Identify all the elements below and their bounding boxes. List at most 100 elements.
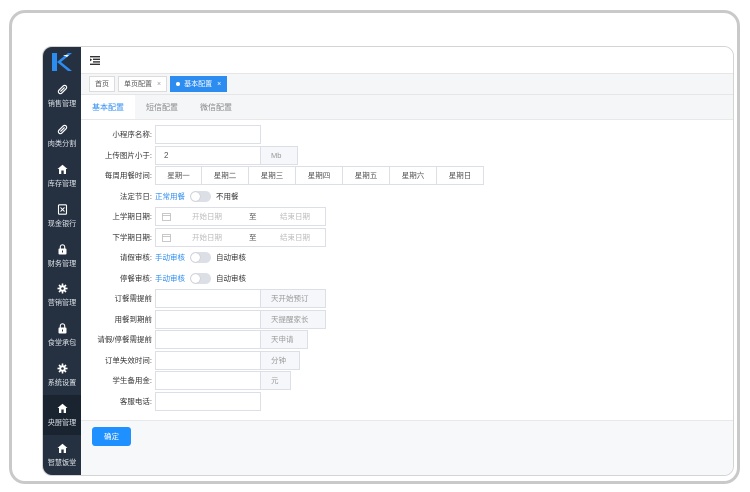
confirm-button[interactable]: 确定	[92, 427, 131, 446]
sidebar-item-2[interactable]: 肉类分割	[43, 117, 81, 157]
day-tuesday-button[interactable]: 星期二	[202, 165, 249, 185]
day-thursday-button[interactable]: 星期四	[296, 165, 343, 185]
pill-icon	[57, 124, 68, 135]
toggle-knob	[191, 191, 200, 201]
close-icon[interactable]: ×	[217, 81, 221, 88]
meal-remind-input[interactable]	[155, 309, 261, 329]
leave-review-toggle[interactable]	[190, 251, 211, 263]
holiday-off-text: 不用餐	[216, 191, 239, 201]
active-dot-icon	[176, 82, 181, 86]
student-reserve-input[interactable]	[155, 370, 261, 390]
day-sunday-button[interactable]: 星期日	[437, 165, 484, 185]
row-leave-ahead: 请假/停餐需提前 天申请	[81, 329, 308, 349]
leave-review-on-text: 手动审核	[155, 252, 185, 262]
close-icon[interactable]: ×	[157, 81, 161, 88]
calculator-icon	[57, 204, 68, 215]
tab-basic-config[interactable]: 基本配置 ×	[170, 76, 228, 92]
gear-icon	[57, 363, 68, 374]
subtab-sms-config[interactable]: 短信配置	[135, 95, 189, 119]
sidebar-item-label: 销售管理	[47, 99, 77, 109]
home-icon	[57, 164, 68, 175]
row-first-term: 上学期日期: 开始日期 至 结束日期	[81, 206, 326, 226]
tab-label: 单页配置	[124, 81, 152, 88]
stop-review-label: 停餐审核:	[119, 273, 152, 283]
student-reserve-suffix: 元	[261, 370, 291, 390]
sidebar-item-label: 智慧饭堂	[47, 457, 77, 467]
sidebar-item-label: 现金银行	[47, 219, 77, 228]
main-area: 首页 单页配置 × 基本配置 × 基本配置 短信配置 微信配置 小程序名称: 上传图…	[81, 47, 733, 475]
second-term-end: 结束日期	[280, 232, 310, 242]
meal-remind-suffix: 天提醒家长	[261, 309, 326, 329]
stop-review-toggle[interactable]	[190, 272, 211, 284]
upload-unit: Mb	[261, 145, 298, 165]
sidebar-item-label: 食堂承包	[47, 338, 77, 347]
row-student-reserve: 学生备用金: 元	[81, 370, 291, 390]
order-ahead-input[interactable]	[155, 288, 261, 308]
stop-review-off-text: 自动审核	[216, 273, 246, 283]
sidebar-item-8[interactable]: 系统设置	[43, 356, 81, 396]
logo	[43, 47, 81, 77]
sidebar-item-1[interactable]: 销售管理	[43, 77, 81, 117]
calendar-icon	[162, 233, 171, 242]
form-footer: 确定	[81, 420, 733, 475]
sidebar-item-label: 营销管理	[47, 298, 77, 308]
second-term-separator: 至	[249, 232, 257, 242]
upload-limit-input[interactable]: 2	[155, 145, 261, 165]
sidebar-item-10[interactable]: 智慧饭堂	[43, 435, 81, 475]
config-form: 小程序名称: 上传图片小于: 2 Mb 每周用餐时间: 星期一 星期二 星期三 …	[81, 120, 733, 423]
row-holiday: 法定节日: 正常用餐 不用餐	[81, 186, 239, 206]
first-term-daterange[interactable]: 开始日期 至 结束日期	[155, 206, 326, 226]
program-name-label: 小程序名称:	[112, 129, 152, 139]
config-subtabs: 基本配置 短信配置 微信配置	[81, 95, 733, 120]
row-leave-review: 请假审核: 手动审核 自动审核	[81, 247, 246, 267]
home-icon	[57, 403, 68, 414]
second-term-start: 开始日期	[192, 232, 222, 242]
leave-review-off-text: 自动审核	[216, 252, 246, 262]
subtab-basic-config[interactable]: 基本配置	[81, 95, 135, 119]
menu-toggle-icon[interactable]	[90, 55, 100, 65]
first-term-end: 结束日期	[280, 211, 310, 221]
row-second-term: 下学期日期: 开始日期 至 结束日期	[81, 227, 326, 247]
sidebar-item-4[interactable]: 现金银行	[43, 196, 81, 236]
order-expire-label: 订单失效时间:	[104, 355, 152, 365]
leave-review-label: 请假审核:	[119, 252, 152, 262]
sidebar-item-9[interactable]: 央厨管理	[43, 395, 81, 436]
first-term-label: 上学期日期:	[112, 211, 152, 221]
row-order-ahead: 订餐需提前 天开始预订	[81, 288, 326, 308]
logo-icon	[52, 53, 72, 71]
page-tabs-bar: 首页 单页配置 × 基本配置 ×	[81, 74, 733, 95]
day-wednesday-button[interactable]: 星期三	[249, 165, 296, 185]
sidebar-item-label: 肉类分割	[47, 139, 77, 148]
holiday-on-text: 正常用餐	[155, 191, 185, 201]
day-saturday-button[interactable]: 星期六	[390, 165, 437, 185]
holiday-toggle[interactable]	[190, 190, 211, 202]
order-ahead-suffix: 天开始预订	[261, 288, 326, 308]
pill-icon	[57, 84, 68, 95]
order-expire-input[interactable]	[155, 350, 261, 370]
sidebar-item-5[interactable]: 财务管理	[43, 236, 81, 276]
device-frame: 销售管理肉类分割库存管理现金银行财务管理营销管理食堂承包系统设置 央厨管理智慧饭堂…	[9, 10, 740, 484]
second-term-label: 下学期日期:	[112, 232, 152, 242]
leave-ahead-input[interactable]	[155, 329, 261, 349]
gear-icon	[57, 283, 68, 294]
sidebar-item-6[interactable]: 营销管理	[43, 276, 81, 316]
program-name-input[interactable]	[155, 124, 261, 144]
sidebar-item-3[interactable]: 库存管理	[43, 157, 81, 197]
second-term-daterange[interactable]: 开始日期 至 结束日期	[155, 227, 326, 247]
subtab-wechat-config[interactable]: 微信配置	[189, 95, 243, 119]
tab-single-page-config[interactable]: 单页配置 ×	[118, 76, 168, 92]
day-friday-button[interactable]: 星期五	[343, 165, 390, 185]
tab-home[interactable]: 首页	[89, 76, 115, 92]
tab-label: 基本配置	[184, 81, 213, 88]
holiday-label: 法定节日:	[119, 191, 152, 201]
first-term-start: 开始日期	[192, 211, 222, 221]
row-program-name: 小程序名称:	[81, 124, 261, 144]
row-service-phone: 客服电话:	[81, 391, 261, 411]
day-monday-button[interactable]: 星期一	[155, 165, 202, 185]
sidebar-item-label: 库存管理	[47, 179, 77, 188]
calendar-icon	[162, 212, 171, 221]
sidebar-item-7[interactable]: 食堂承包	[43, 316, 81, 356]
top-bar	[81, 47, 733, 74]
upload-limit-label: 上传图片小于:	[104, 150, 152, 160]
service-phone-input[interactable]	[155, 391, 261, 411]
